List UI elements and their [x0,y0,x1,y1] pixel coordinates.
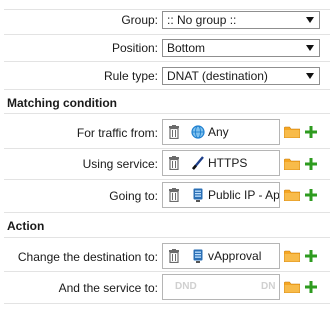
going-to-value: Public IP - Ap [208,188,280,202]
network-icon [193,188,203,202]
change-service-label: And the service to: [58,281,158,295]
chevron-down-icon [306,17,314,23]
add-icon[interactable] [305,158,317,170]
divider [4,9,330,10]
divider [4,212,330,213]
divider [4,303,330,304]
folder-icon[interactable] [284,126,300,138]
position-label: Position: [111,41,158,55]
network-icon [193,249,203,263]
change-destination-label: Change the destination to: [17,250,158,264]
add-icon[interactable] [305,281,317,293]
rule-type-select[interactable]: DNAT (destination) [162,67,320,85]
divider [4,34,330,35]
position-select-value: Bottom [167,41,206,55]
using-service-label: Using service: [82,157,158,171]
service-icon [192,156,204,170]
add-icon[interactable] [305,189,317,201]
rule-type-select-value: DNAT (destination) [167,69,268,83]
group-label: Group: [121,13,158,27]
traffic-from-label: For traffic from: [76,126,158,140]
add-icon[interactable] [305,126,317,138]
drop-placeholder: DN [261,281,276,292]
folder-icon[interactable] [284,250,300,262]
rule-type-label: Rule type: [103,69,158,83]
using-service-value: HTTPS [208,156,248,170]
add-icon[interactable] [305,250,317,262]
traffic-from-value: Any [208,125,229,139]
change-service-dropzone[interactable]: DND DN [162,274,280,300]
trash-icon[interactable] [169,156,179,170]
change-destination-value: vApproval [208,249,262,263]
trash-icon[interactable] [169,188,179,202]
divider [4,271,330,272]
divider [4,113,330,114]
change-destination-field[interactable]: vApproval [162,243,280,269]
going-to-label: Going to: [109,189,158,203]
position-select[interactable]: Bottom [162,39,320,57]
divider [4,61,330,62]
divider [4,89,330,90]
group-select-value: :: No group :: [167,13,237,27]
using-service-field[interactable]: HTTPS [162,150,280,176]
action-heading: Action [7,219,45,233]
divider [4,237,330,238]
trash-icon[interactable] [169,249,179,263]
group-select[interactable]: :: No group :: [162,11,320,29]
traffic-from-field[interactable]: Any [162,119,280,145]
trash-icon[interactable] [169,125,179,139]
drop-placeholder: DND [175,281,197,292]
chevron-down-icon [306,45,314,51]
going-to-field[interactable]: Public IP - Ap [162,182,280,208]
folder-icon[interactable] [284,158,300,170]
matching-condition-heading: Matching condition [7,96,117,110]
divider [4,148,330,149]
folder-icon[interactable] [284,281,300,293]
divider [4,179,330,180]
folder-icon[interactable] [284,189,300,201]
globe-icon [191,125,205,139]
chevron-down-icon [306,73,314,79]
